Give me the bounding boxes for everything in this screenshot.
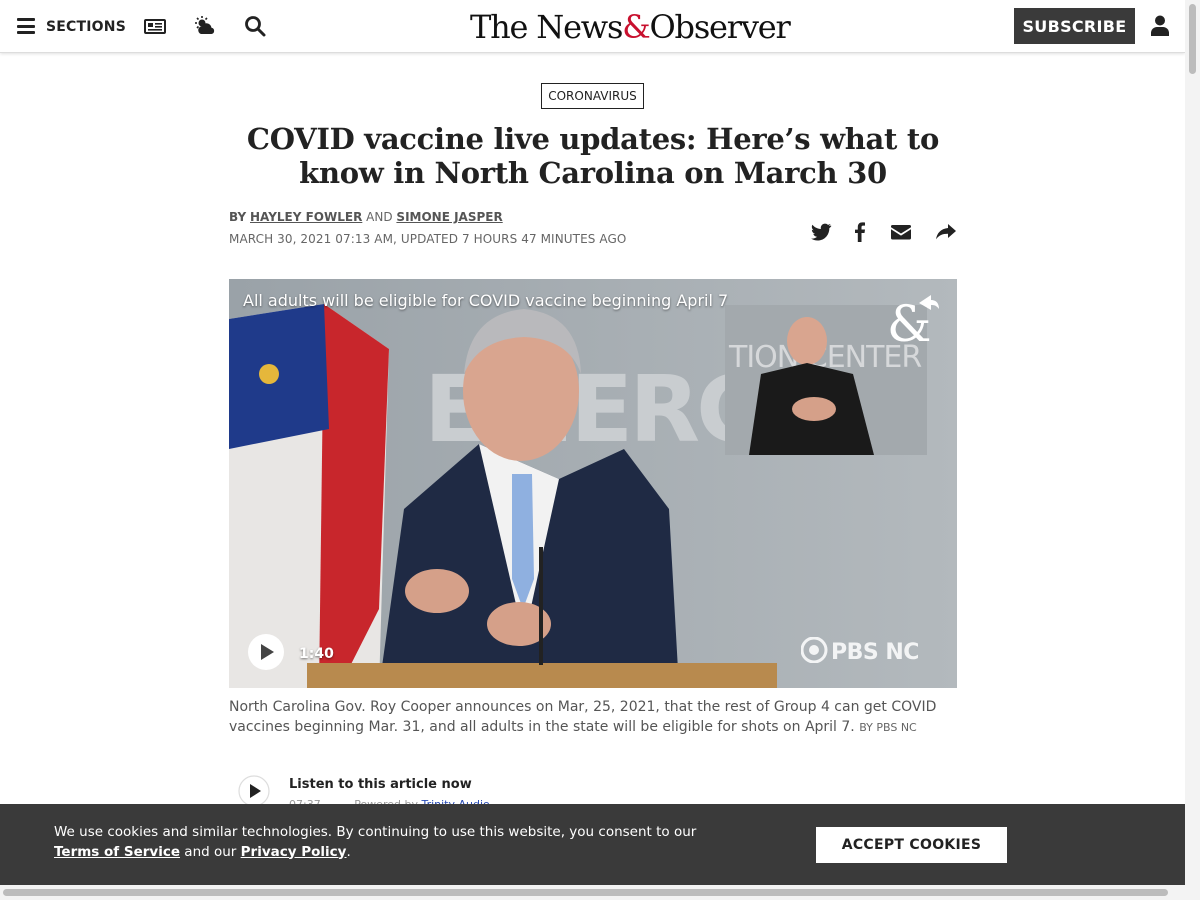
site-logo[interactable]: The News&Observer xyxy=(470,8,791,46)
horizontal-scroll-thumb[interactable] xyxy=(3,889,1168,896)
video-share-icon[interactable]: & xyxy=(885,293,941,349)
vertical-scroll-thumb[interactable] xyxy=(1189,4,1196,74)
cookie-text-part: We use cookies and similar technologies.… xyxy=(54,824,697,840)
accept-cookies-button[interactable]: ACCEPT COOKIES xyxy=(816,827,1007,863)
category-tag[interactable]: CORONAVIRUS xyxy=(541,83,644,109)
video-duration: 1:40 xyxy=(299,646,334,662)
weather-icon[interactable] xyxy=(193,14,217,38)
video-brand-logo: PBS NC xyxy=(800,636,919,665)
privacy-policy-link[interactable]: Privacy Policy xyxy=(241,844,347,860)
cookie-text: We use cookies and similar technologies.… xyxy=(54,823,714,862)
twitter-icon[interactable] xyxy=(809,220,833,244)
video-brand-text: PBS NC xyxy=(831,640,919,665)
email-icon[interactable] xyxy=(889,220,913,244)
author-link-2[interactable]: SIMONE JASPER xyxy=(396,210,502,224)
dateline: MARCH 30, 2021 07:13 AM, UPDATED 7 HOURS… xyxy=(229,232,627,246)
byline: BY HAYLEY FOWLER AND SIMONE JASPER xyxy=(229,210,503,224)
video-caption: North Carolina Gov. Roy Cooper announces… xyxy=(229,698,957,737)
sections-link[interactable]: SECTIONS xyxy=(46,19,126,35)
logo-ampersand: & xyxy=(622,8,651,46)
author-link-1[interactable]: HAYLEY FOWLER xyxy=(250,210,362,224)
audio-play-button[interactable] xyxy=(238,775,270,807)
byline-and: AND xyxy=(366,210,393,224)
video-frame: EMERG TION CENTER xyxy=(229,279,957,688)
video-title: All adults will be eligible for COVID va… xyxy=(243,291,729,310)
subscribe-button[interactable]: SUBSCRIBE xyxy=(1014,8,1135,44)
site-header: SECTIONS The News&Observer SUBSCRIBE xyxy=(0,0,1185,53)
menu-icon[interactable] xyxy=(17,18,35,34)
pbs-icon xyxy=(800,636,828,664)
video-player[interactable]: EMERG TION CENTER All adults will be eli… xyxy=(229,279,957,688)
terms-of-service-link[interactable]: Terms of Service xyxy=(54,844,180,860)
newspaper-icon[interactable] xyxy=(143,14,167,38)
caption-text: North Carolina Gov. Roy Cooper announces… xyxy=(229,699,937,735)
play-icon[interactable] xyxy=(247,633,285,671)
cookie-banner: We use cookies and similar technologies.… xyxy=(0,804,1185,885)
logo-text: Observer xyxy=(649,8,791,46)
cookie-text-part: and our xyxy=(180,843,241,860)
article-headline: COVID vaccine live updates: Here’s what … xyxy=(246,122,940,190)
caption-credit: BY PBS NC xyxy=(859,720,917,734)
byline-prefix: BY xyxy=(229,210,247,224)
vertical-scrollbar[interactable] xyxy=(1185,0,1200,900)
logo-text: The News xyxy=(470,8,623,46)
facebook-icon[interactable] xyxy=(848,220,872,244)
share-icon[interactable] xyxy=(934,220,958,244)
horizontal-scrollbar[interactable] xyxy=(0,885,1185,900)
cookie-text-part: . xyxy=(346,843,351,860)
audio-title: Listen to this article now xyxy=(289,777,472,792)
search-icon[interactable] xyxy=(243,14,267,38)
user-icon[interactable] xyxy=(1150,14,1170,38)
